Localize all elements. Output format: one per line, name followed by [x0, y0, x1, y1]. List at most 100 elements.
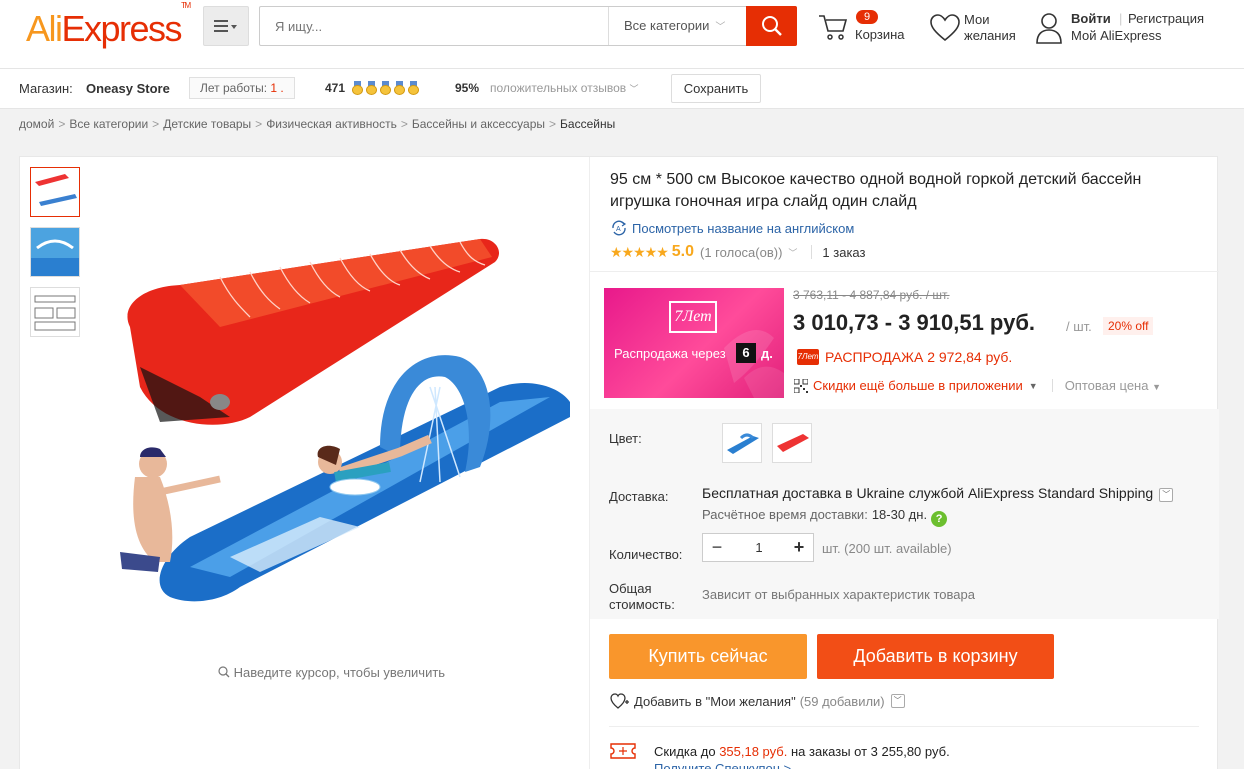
quantity-decrease-button[interactable]: −	[703, 534, 731, 561]
wishlist-label-2: желания	[964, 28, 1016, 43]
wishlist-count: (59 добавили)	[799, 693, 885, 709]
register-link[interactable]: Регистрация	[1128, 11, 1204, 26]
breadcrumb-pools[interactable]: Бассейны	[560, 117, 615, 131]
thumbnail-1[interactable]	[30, 167, 80, 217]
buy-now-button[interactable]: Купить сейчас	[609, 634, 807, 679]
sale-days-unit: д.	[761, 346, 773, 361]
thumbnail-2[interactable]	[30, 227, 80, 277]
categories-menu-button[interactable]	[203, 6, 249, 46]
svg-text:A: A	[616, 226, 621, 233]
aliexpress-logo[interactable]: AliExpressTM	[26, 1, 191, 50]
account-area: Войти | Регистрация Мой AliExpress	[1036, 10, 1236, 50]
qr-code-icon	[794, 378, 808, 393]
translate-icon: A	[612, 220, 627, 236]
discount-badge: 20% off	[1103, 317, 1154, 335]
medal-icon	[394, 81, 405, 95]
save-store-button[interactable]: Сохранить	[671, 74, 761, 103]
heart-icon	[930, 14, 960, 42]
my-aliexpress-link[interactable]: Мой AliExpress	[1071, 28, 1162, 43]
breadcrumb-kids[interactable]: Детские товары	[163, 117, 251, 131]
store-label: Магазин:	[19, 81, 73, 96]
old-price: 3 763,11 - 4 887,84 руб. / шт.	[793, 288, 950, 302]
search-button[interactable]	[746, 6, 797, 46]
hamburger-icon	[214, 20, 237, 32]
color-swatch-blue[interactable]	[722, 423, 762, 463]
votes-link[interactable]: (1 голоса(ов))	[700, 245, 782, 260]
quantity-increase-button[interactable]: +	[785, 534, 813, 561]
chevron-down-icon: ﹀	[788, 247, 798, 258]
breadcrumb: домой > Все категории > Детские товары > Физич…	[19, 117, 616, 131]
cart-link[interactable]: 9 Корзина	[818, 10, 918, 50]
rating-value: 5.0	[671, 243, 695, 260]
medal-icon	[380, 81, 391, 95]
translate-title-link[interactable]: A Посмотреть название на английском	[610, 220, 854, 236]
product-title: 95 см * 500 см Высокое качество одной во…	[610, 171, 1142, 210]
category-select[interactable]: Все категории ﹀	[608, 7, 747, 45]
store-years-badge: Лет работы: 1 .	[189, 77, 295, 99]
product-options: Цвет: Доставка: Бесплатная доставка в Uk…	[590, 409, 1219, 619]
heart-plus-icon	[610, 693, 629, 709]
search-input[interactable]	[260, 7, 608, 45]
coupon-amount: 355,18 руб.	[719, 743, 788, 759]
chevron-down-icon: ﹀	[715, 22, 726, 33]
cart-count-badge: 9	[856, 10, 879, 24]
store-medals	[352, 81, 419, 95]
shipping-label: Доставка:	[609, 489, 669, 504]
user-icon	[1036, 13, 1062, 44]
app-discount-row: Скидки ещё больше в приложении ▼ Оптовая…	[794, 378, 1161, 393]
chevron-down-icon[interactable]: ﹀	[890, 694, 905, 708]
login-link[interactable]: Войти	[1071, 11, 1111, 26]
wishlist-label-1: Мои	[964, 12, 990, 27]
zoom-hint-text: Наведите курсор, чтобы увеличить	[233, 665, 446, 680]
positive-percent: 95%	[455, 81, 480, 95]
quantity-available: шт. (200 шт. available)	[822, 541, 952, 556]
divider	[609, 726, 1199, 727]
search-bar: Все категории﹀	[259, 6, 797, 46]
store-score: 471	[325, 81, 346, 95]
breadcrumb-pools-accessories[interactable]: Бассейны и аксессуары	[412, 117, 545, 131]
store-name-link[interactable]: Oneasy Store	[86, 81, 170, 96]
breadcrumb-home[interactable]: домой	[19, 117, 54, 131]
thumbnail-3[interactable]	[30, 287, 80, 337]
medal-icon	[408, 81, 419, 95]
sale-countdown-banner[interactable]: 7Лет Распродажа через 6 д.	[604, 288, 784, 398]
coupon-row: Скидка до 355,18 руб. на заказы от 3 255…	[610, 743, 950, 759]
medal-icon	[366, 81, 377, 95]
cart-label: Корзина	[855, 27, 905, 42]
color-swatch-red[interactable]	[772, 423, 812, 463]
help-icon[interactable]: ?	[931, 511, 948, 527]
caret-down-icon: ▼	[1152, 382, 1162, 392]
current-price: 3 010,73 - 3 910,51 руб.	[793, 310, 1036, 335]
add-to-cart-button[interactable]: Добавить в корзину	[817, 634, 1054, 679]
sale-icon: 7Лет	[797, 349, 819, 365]
get-coupon-link[interactable]: Получите Спецкупон >	[654, 761, 791, 769]
sale-days-count: 6	[736, 343, 756, 363]
caret-down-icon: ▼	[1028, 380, 1038, 391]
star-rating-icon: ★★★★★	[610, 243, 669, 260]
years-label: Лет работы:	[200, 81, 268, 95]
breadcrumb-activity[interactable]: Физическая активность	[266, 117, 397, 131]
orders-count: 1 заказ	[822, 244, 866, 260]
product-main-image[interactable]	[100, 217, 580, 617]
wholesale-price-dropdown[interactable]: Оптовая цена ▼	[1065, 378, 1161, 393]
app-discount-link[interactable]: Скидки ещё больше в приложении	[813, 378, 1023, 393]
rating-row: ★★★★★ 5.0 (1 голоса(ов)) ﹀ 1 заказ	[610, 243, 865, 261]
breadcrumb-all-categories[interactable]: Все категории	[69, 117, 148, 131]
price-unit: / шт.	[1066, 319, 1092, 334]
years-value: 1 .	[270, 81, 284, 95]
total-label: Общая стоимость:	[609, 581, 675, 612]
sale-in-label: Распродажа через	[614, 346, 726, 361]
coupon-icon	[610, 743, 636, 759]
quantity-label: Количество:	[609, 547, 683, 562]
shipping-method[interactable]: Бесплатная доставка в Ukraine службой Al…	[702, 485, 1174, 502]
magnifier-icon	[218, 666, 230, 678]
add-to-wishlist[interactable]: Добавить в "Мои желания" (59 добавили) ﹀	[610, 693, 905, 709]
product-card: Наведите курсор, чтобы увеличить 95 см *…	[19, 156, 1219, 769]
chevron-down-icon: ﹀	[629, 84, 639, 94]
quantity-input[interactable]: 1	[731, 534, 787, 561]
cart-icon	[819, 15, 848, 40]
positive-feedback-dropdown[interactable]: положительных отзывов ﹀	[490, 81, 638, 95]
quantity-stepper: − 1 +	[702, 533, 814, 562]
store-bar: Магазин: Oneasy Store Лет работы: 1 . 47…	[0, 68, 1244, 109]
wishlist-link[interactable]: Мои желания	[930, 10, 1030, 50]
